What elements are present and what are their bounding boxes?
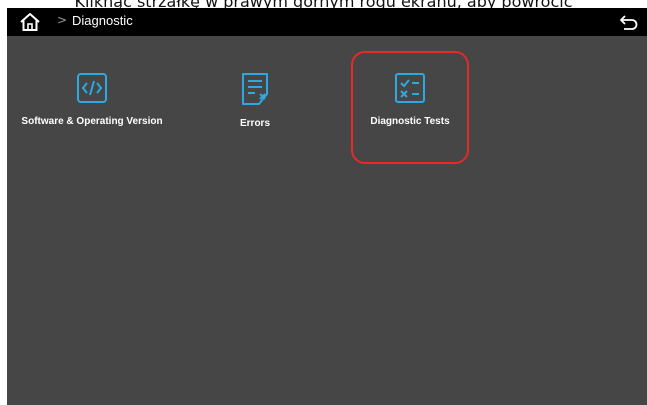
back-arrow-icon[interactable] xyxy=(619,13,639,31)
tile-label: Errors xyxy=(239,118,270,129)
code-icon xyxy=(77,73,107,103)
tile-label: Software & Operating Version xyxy=(21,116,163,127)
breadcrumb-current: Diagnostic xyxy=(72,13,133,28)
tile-software-version[interactable]: Software & Operating Version xyxy=(7,72,177,162)
breadcrumb-separator: > xyxy=(57,13,68,27)
highlight-outline xyxy=(351,51,469,164)
top-bar: > Diagnostic xyxy=(7,8,647,36)
device-screen: > Diagnostic Software & Operating Versio… xyxy=(7,8,647,405)
error-list-icon xyxy=(242,73,268,105)
tile-errors[interactable]: Errors xyxy=(170,72,340,162)
home-icon[interactable] xyxy=(19,12,41,32)
